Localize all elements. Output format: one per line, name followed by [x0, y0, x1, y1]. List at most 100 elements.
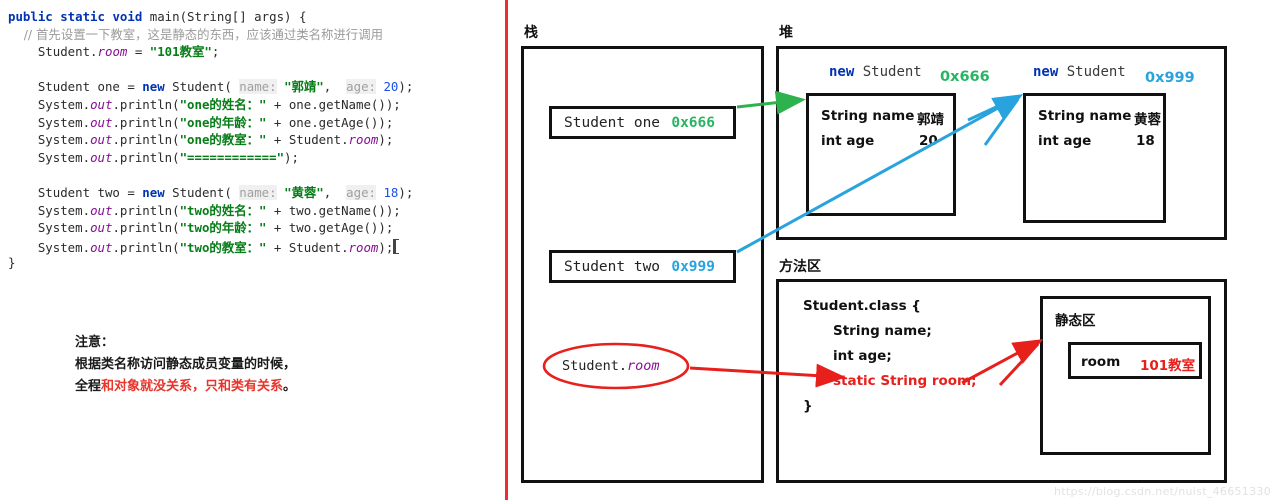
- student-room-annotation-field: room: [627, 358, 660, 374]
- code-token: "101教室": [149, 44, 212, 60]
- code-token: + Student.: [266, 239, 349, 255]
- code-token: );: [378, 239, 394, 255]
- code-token: age:: [346, 184, 376, 200]
- code-token: .println(: [112, 96, 180, 112]
- stack-region-label: 栈: [524, 25, 538, 41]
- code-token: .println(: [112, 202, 180, 218]
- heap-object-1-field-2-decl: int age: [821, 133, 875, 149]
- code-line: public static void main(String[] args) {: [8, 8, 503, 26]
- code-token: Student(: [164, 79, 240, 95]
- code-token: out: [90, 239, 113, 255]
- method-area-label: 方法区: [779, 259, 821, 275]
- code-line: System.out.println("============");: [8, 149, 503, 167]
- code-token: room: [97, 44, 128, 60]
- code-line: Student two = new Student( name: "黄蓉", a…: [8, 184, 503, 202]
- code-token: );: [398, 79, 414, 95]
- static-room-value: 101教室: [1140, 358, 1196, 374]
- code-token: new: [142, 184, 165, 200]
- heap-object-1-field-1-value: 郭靖: [917, 112, 944, 128]
- code-token: out: [90, 202, 113, 218]
- code-line: // 首先设置一下教室，这是静态的东西，应该通过类名称进行调用: [8, 26, 503, 44]
- heap-object-1-class: Student: [862, 64, 922, 80]
- heap-object-2-field-1-value: 黄蓉: [1134, 112, 1161, 128]
- student-class-header: Student.class {: [803, 298, 921, 314]
- code-token: );: [378, 132, 394, 148]
- stack-frame-one: Student one 0x666: [549, 106, 736, 139]
- code-token: ,: [323, 79, 347, 95]
- code-token: out: [90, 114, 113, 130]
- code-token: 20: [383, 79, 399, 95]
- note-line-2: 根据类名称访问静态成员变量的时候，: [75, 357, 297, 372]
- code-line: Student.room = "101教室";: [8, 43, 503, 61]
- code-token: System.: [8, 149, 91, 165]
- code-line: System.out.println("one的教室：" + Student.r…: [8, 131, 503, 149]
- code-line: System.out.println("two的姓名：" + two.getNa…: [8, 202, 503, 220]
- code-line: }: [8, 254, 503, 272]
- heap-object-1-title: new Student: [829, 64, 922, 80]
- code-token: static: [60, 9, 113, 24]
- code-token: "============": [179, 149, 285, 165]
- student-class-footer: }: [803, 398, 813, 414]
- note-block: 注意： 根据类名称访问静态成员变量的时候， 全程和对象就没关系，只和类有关系。: [75, 332, 296, 398]
- code-token: new: [142, 79, 165, 95]
- text-cursor-icon: [393, 238, 400, 254]
- student-room-annotation-label: Student.room: [562, 358, 660, 374]
- code-line: System.out.println("two的年龄：" + two.getAg…: [8, 219, 503, 237]
- code-token: Student.: [8, 44, 98, 60]
- code-token: .println(: [112, 114, 180, 130]
- code-line: System.out.println("one的姓名：" + one.getNa…: [8, 96, 503, 114]
- code-token: + one.getName());: [266, 96, 401, 112]
- code-token: "黄蓉": [284, 184, 324, 200]
- student-class-field-name: String name;: [833, 323, 932, 339]
- code-token: "two的姓名：": [179, 202, 267, 218]
- static-area-box: 静态区 room 101教室: [1040, 296, 1211, 455]
- stack-frame-two-name: Student two: [564, 258, 661, 275]
- note-line-3: 全程和对象就没关系，只和类有关系。: [75, 376, 296, 398]
- code-token: room: [348, 132, 379, 148]
- code-token: }: [8, 255, 16, 271]
- code-line: Student one = new Student( name: "郭靖", a…: [8, 78, 503, 96]
- code-token: public: [8, 9, 61, 24]
- heap-region-label: 堆: [779, 25, 793, 41]
- code-token: System.: [8, 96, 91, 112]
- heap-object-1-field-2-value: 20: [919, 133, 938, 149]
- code-token: age:: [346, 79, 376, 95]
- heap-object-2-box: String name 黄蓉 int age 18: [1023, 93, 1166, 223]
- student-class-field-age: int age;: [833, 348, 892, 364]
- code-token: );: [398, 184, 414, 200]
- code-token: name:: [239, 184, 277, 200]
- static-area-label: 静态区: [1055, 313, 1096, 329]
- code-token: "郭靖": [284, 79, 324, 95]
- heap-object-2-address: 0x999: [1145, 70, 1195, 86]
- code-token: "two的年龄：": [179, 220, 267, 236]
- code-token: 18: [383, 184, 399, 200]
- stack-frame-one-name: Student one: [564, 114, 661, 131]
- heap-object-2-title: new Student: [1033, 64, 1126, 80]
- code-token: System.: [8, 114, 91, 130]
- code-token: System.: [8, 132, 91, 148]
- student-class-block: Student.class { String name; int age; st…: [803, 294, 977, 419]
- static-room-entry-box: room 101教室: [1068, 342, 1202, 379]
- watermark: https://blog.csdn.net/nuist_46651330: [1054, 485, 1271, 498]
- heap-object-1-box: String name 郭靖 int age 20: [806, 93, 956, 216]
- code-editor-text[interactable]: public static void main(String[] args) {…: [8, 8, 503, 272]
- note-title: 注意：: [75, 335, 115, 350]
- note-line-3-end: 。: [283, 379, 297, 394]
- code-token: out: [90, 149, 113, 165]
- code-token: System.: [8, 239, 91, 255]
- code-token: "one的姓名：": [179, 96, 267, 112]
- code-token: Student two =: [8, 184, 143, 200]
- code-token: room: [348, 239, 379, 255]
- code-token: "one的教室：": [179, 132, 267, 148]
- memory-diagram-screenshot: public static void main(String[] args) {…: [0, 0, 1277, 500]
- code-token: );: [284, 149, 299, 165]
- code-token: + Student.: [266, 132, 349, 148]
- code-line: System.out.println("one的年龄：" + one.getAg…: [8, 114, 503, 132]
- panel-divider: [505, 0, 508, 500]
- code-token: ,: [323, 184, 347, 200]
- student-room-annotation-prefix: Student.: [562, 358, 628, 374]
- student-class-field-static-room: static String room;: [833, 373, 977, 389]
